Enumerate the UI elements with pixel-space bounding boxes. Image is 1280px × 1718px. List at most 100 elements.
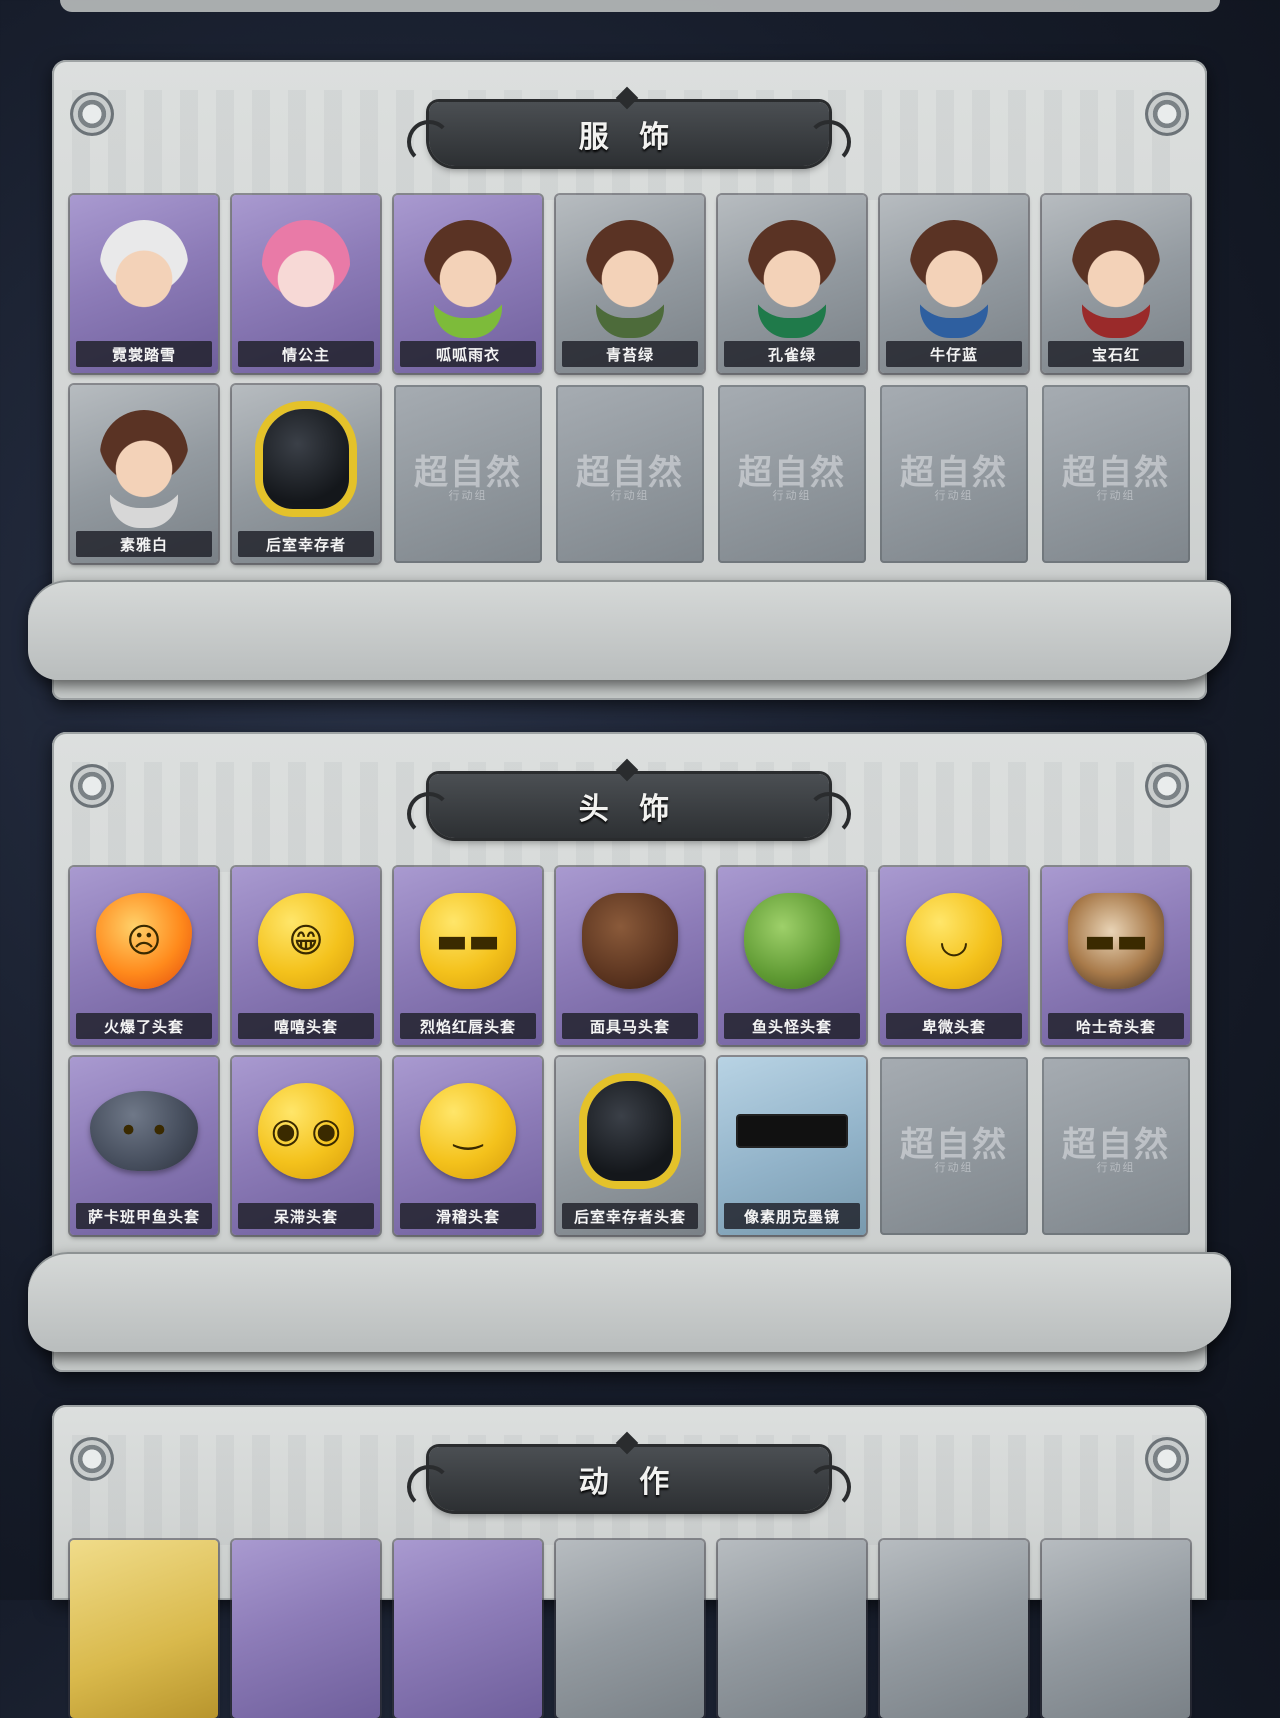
panel-headwear: 头 饰 ☹ 火爆了头套 😁 嘻嘻头套 ▬▬ 烈焰红唇头套 面具马头套 鱼头怪头套 ◡ 卑… — [28, 732, 1231, 1372]
corner-ornament-icon — [1145, 92, 1189, 136]
fish-head-icon: • • — [90, 1075, 198, 1187]
scroll-bottom — [28, 1252, 1231, 1352]
item-label: 萨卡班甲鱼头套 — [76, 1203, 212, 1229]
item-label: 卑微头套 — [886, 1013, 1022, 1039]
section-banner: 动 作 — [407, 1431, 851, 1511]
item-card[interactable]: 后室幸存者头套 — [556, 1057, 704, 1235]
panel-actions: 动 作 — [52, 1405, 1207, 1718]
item-card[interactable]: 😁 嘻嘻头套 — [232, 867, 380, 1045]
banner-gem-icon — [615, 758, 639, 782]
character-icon — [900, 213, 1008, 325]
item-card[interactable]: ▬▬ 哈士奇头套 — [1042, 867, 1190, 1045]
section-banner: 头 饰 — [407, 758, 851, 838]
item-card[interactable]: 宝石红 — [1042, 195, 1190, 373]
previous-panel-edge — [60, 0, 1220, 12]
banner-gem-icon — [615, 1431, 639, 1455]
item-card[interactable]: ☹ 火爆了头套 — [70, 867, 218, 1045]
item-card[interactable] — [1042, 1540, 1190, 1718]
item-label: 面具马头套 — [562, 1013, 698, 1039]
item-card[interactable]: ‿ 滑稽头套 — [394, 1057, 542, 1235]
item-card[interactable]: 青苔绿 — [556, 195, 704, 373]
grin-emoji-icon: 😁 — [252, 885, 360, 997]
flame-icon: ☹ — [90, 885, 198, 997]
item-label: 呆滞头套 — [238, 1203, 374, 1229]
item-grid — [70, 1540, 1190, 1718]
character-icon — [1062, 213, 1170, 325]
item-label: 鱼头怪头套 — [724, 1013, 860, 1039]
section-title: 服 饰 — [578, 120, 680, 155]
item-label: 霓裳踏雪 — [76, 341, 212, 367]
empty-slot: 超自然 行动组 — [556, 385, 704, 563]
watermark-subtitle: 行动组 — [934, 1161, 974, 1174]
shy-emoji-icon: ◡ — [900, 885, 1008, 997]
item-grid: ☹ 火爆了头套 😁 嘻嘻头套 ▬▬ 烈焰红唇头套 面具马头套 鱼头怪头套 ◡ 卑微头套 … — [70, 867, 1190, 1235]
item-card[interactable] — [70, 1540, 218, 1718]
item-card[interactable]: 孔雀绿 — [718, 195, 866, 373]
panel-clothing: 服 饰 霓裳踏雪 情公主 呱呱雨衣 青苔绿 孔雀绿 牛仔蓝 宝石红 素雅白 后室… — [28, 60, 1231, 700]
item-card[interactable]: 像素朋克墨镜 — [718, 1057, 866, 1235]
item-card[interactable] — [394, 1540, 542, 1718]
character-icon — [414, 213, 522, 325]
item-card[interactable]: 鱼头怪头套 — [718, 867, 866, 1045]
empty-slot: 超自然 行动组 — [880, 1057, 1028, 1235]
corner-ornament-icon — [70, 1437, 114, 1481]
empty-slot: 超自然 行动组 — [880, 385, 1028, 563]
item-label: 火爆了头套 — [76, 1013, 212, 1039]
item-label: 青苔绿 — [562, 341, 698, 367]
item-label: 孔雀绿 — [724, 341, 860, 367]
item-card[interactable]: • • 萨卡班甲鱼头套 — [70, 1057, 218, 1235]
item-label: 情公主 — [238, 341, 374, 367]
item-label: 后室幸存者头套 — [562, 1203, 698, 1229]
section-title: 头 饰 — [578, 792, 680, 827]
item-card[interactable]: ◉ ◉ 呆滞头套 — [232, 1057, 380, 1235]
empty-slot: 超自然 行动组 — [1042, 1057, 1190, 1235]
watermark-subtitle: 行动组 — [1096, 1161, 1136, 1174]
item-card[interactable]: 霓裳踏雪 — [70, 195, 218, 373]
watermark-subtitle: 行动组 — [1096, 489, 1136, 502]
item-label: 像素朋克墨镜 — [724, 1203, 860, 1229]
item-card[interactable]: 情公主 — [232, 195, 380, 373]
item-label: 呱呱雨衣 — [400, 341, 536, 367]
corner-ornament-icon — [70, 92, 114, 136]
item-label: 素雅白 — [76, 531, 212, 557]
character-icon — [738, 213, 846, 325]
item-card[interactable]: ▬▬ 烈焰红唇头套 — [394, 867, 542, 1045]
fish-mask-icon — [738, 885, 846, 997]
husky-icon: ▬▬ — [1062, 885, 1170, 997]
item-label: 后室幸存者 — [238, 531, 374, 557]
section-banner: 服 饰 — [407, 86, 851, 166]
character-icon — [90, 403, 198, 515]
empty-slot: 超自然 行动组 — [1042, 385, 1190, 563]
item-label: 烈焰红唇头套 — [400, 1013, 536, 1039]
item-card[interactable] — [880, 1540, 1028, 1718]
banner-gem-icon — [615, 86, 639, 110]
item-label: 宝石红 — [1048, 341, 1184, 367]
character-icon — [576, 213, 684, 325]
empty-slot: 超自然 行动组 — [394, 385, 542, 563]
item-card[interactable]: ◡ 卑微头套 — [880, 867, 1028, 1045]
item-card[interactable]: 牛仔蓝 — [880, 195, 1028, 373]
item-card[interactable]: 后室幸存者 — [232, 385, 380, 563]
watermark-subtitle: 行动组 — [448, 489, 488, 502]
funny-emoji-icon: ‿ — [414, 1075, 522, 1187]
corner-ornament-icon — [1145, 764, 1189, 808]
pikachu-icon: ▬▬ — [414, 885, 522, 997]
item-card[interactable] — [556, 1540, 704, 1718]
item-card[interactable]: 面具马头套 — [556, 867, 704, 1045]
item-label: 滑稽头套 — [400, 1203, 536, 1229]
item-card[interactable]: 呱呱雨衣 — [394, 195, 542, 373]
scroll-bottom — [28, 580, 1231, 680]
item-card[interactable]: 素雅白 — [70, 385, 218, 563]
watermark-subtitle: 行动组 — [610, 489, 650, 502]
corner-ornament-icon — [1145, 1437, 1189, 1481]
item-card[interactable] — [718, 1540, 866, 1718]
character-icon — [252, 213, 360, 325]
watermark-subtitle: 行动组 — [934, 489, 974, 502]
dazed-emoji-icon: ◉ ◉ — [252, 1075, 360, 1187]
item-grid: 霓裳踏雪 情公主 呱呱雨衣 青苔绿 孔雀绿 牛仔蓝 宝石红 素雅白 后室幸存者 … — [70, 195, 1190, 563]
item-label: 嘻嘻头套 — [238, 1013, 374, 1039]
empty-slot: 超自然 行动组 — [718, 385, 866, 563]
character-icon — [90, 213, 198, 325]
section-title: 动 作 — [578, 1465, 680, 1500]
item-card[interactable] — [232, 1540, 380, 1718]
